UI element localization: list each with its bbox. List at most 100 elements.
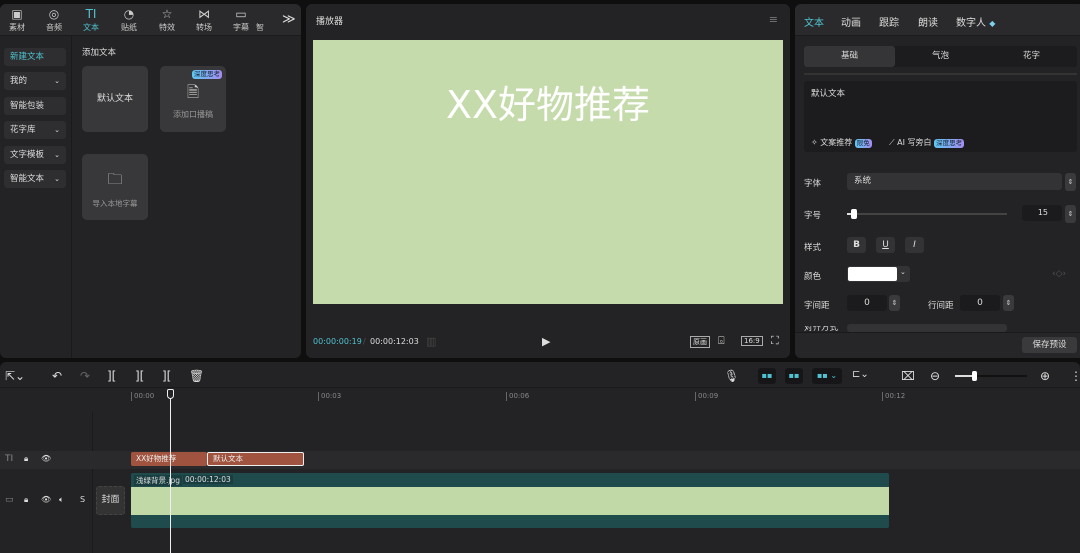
mute-icon[interactable]: 🔈︎ — [59, 495, 64, 505]
font-select[interactable]: 系统 — [847, 173, 1062, 190]
more-icon[interactable]: ⋮ — [1070, 369, 1080, 383]
playhead-handle[interactable] — [167, 389, 174, 399]
preview-axis-icon[interactable]: ⊏⌄ — [852, 369, 869, 380]
zoom-out-icon[interactable]: ⊖ — [930, 369, 940, 383]
tab-transition[interactable]: ⋈ 转场 — [187, 7, 221, 33]
scan-zoom-icon[interactable]: ⌻ — [718, 334, 725, 348]
bold-button[interactable]: B — [847, 237, 866, 253]
keyframe-icon[interactable]: ‹◇› — [1052, 269, 1066, 279]
tab-text[interactable]: 文本 — [804, 14, 824, 29]
line-spacing-input[interactable]: 0 — [960, 295, 1000, 311]
subtab-basic[interactable]: 基础 — [804, 46, 895, 67]
sidebar-item-text-template[interactable]: 文字模板 ⌄ — [4, 146, 66, 164]
timeline-zoom-fit-icon[interactable]: ⌧ — [901, 369, 915, 383]
timeline-zoom-slider[interactable] — [955, 371, 1027, 381]
tab-media[interactable]: ▣ 素材 — [0, 7, 34, 33]
default-text-card[interactable]: 默认文本 — [82, 66, 148, 132]
tab-tracking[interactable]: 跟踪 — [879, 14, 899, 29]
delete-icon[interactable]: 🗑 — [189, 369, 204, 383]
sidebar-item-fancy-text[interactable]: 花字库 ⌄ — [4, 121, 66, 139]
tab-sticker[interactable]: ◔ 贴纸 — [112, 7, 146, 33]
add-script-card[interactable]: 深度思考 🗎 添加口播稿 — [160, 66, 226, 132]
char-spacing-stepper[interactable]: ⇕ — [889, 295, 900, 311]
media-icon: ▣ — [11, 7, 23, 21]
italic-button[interactable]: I — [905, 237, 924, 253]
zoom-in-icon[interactable]: ⊕ — [1040, 369, 1050, 383]
size-input[interactable]: 15 — [1022, 205, 1062, 221]
text-sidebar: 新建文本 我的 ⌄ 智能包装 花字库 ⌄ 文字模板 ⌄ 智能文本 ⌄ — [0, 36, 72, 358]
deep-think-badge: 深度思考 — [192, 70, 222, 79]
document-audio-icon: 🗎 — [186, 83, 200, 101]
tab-digital-human[interactable]: 数字人 ◆ — [956, 14, 995, 29]
color-picker[interactable]: ⌄ — [847, 266, 910, 282]
sticker-icon: ◔ — [123, 7, 135, 21]
original-quality-button[interactable]: 原画 — [690, 336, 710, 348]
chevron-down-icon: ⌄ — [54, 175, 60, 183]
tab-effects[interactable]: ☆ 特效 — [150, 7, 184, 33]
redo-icon[interactable]: ↷ — [80, 369, 90, 383]
text-track-icon: TI — [5, 454, 14, 464]
auto-snap-icon[interactable]: ▪▪ — [785, 368, 803, 384]
solo-button[interactable]: S — [80, 495, 85, 504]
aspect-ratio-button[interactable]: 16:9 — [741, 336, 763, 346]
lock-icon[interactable]: 🔒︎ — [24, 495, 28, 505]
split-left-icon[interactable]: ][ — [135, 369, 144, 383]
tab-audio[interactable]: ◎ 音频 — [37, 7, 71, 33]
text-clip-selected[interactable]: 默认文本 — [207, 452, 304, 466]
preview-title-text[interactable]: XX好物推荐 — [313, 74, 783, 129]
subtab-fancy[interactable]: 花字 — [986, 46, 1077, 67]
tab-animation[interactable]: 动画 — [841, 14, 861, 29]
select-tool-icon[interactable]: ⇱⌄ — [5, 369, 25, 383]
playhead[interactable] — [170, 394, 171, 553]
size-stepper[interactable]: ⇕ — [1065, 205, 1076, 223]
tab-text[interactable]: TI 文本 — [74, 7, 108, 33]
text-input[interactable]: 默认文本 ✧ 文案推荐 限免 ⟋ AI 写旁白 深度思考 — [804, 81, 1077, 152]
sidebar-item-mine[interactable]: 我的 ⌄ — [4, 72, 66, 90]
fullscreen-icon[interactable]: ⛶ — [771, 334, 779, 348]
split-right-icon[interactable]: ][ — [162, 369, 171, 383]
size-slider[interactable] — [847, 209, 1007, 219]
eye-icon[interactable]: 👁︎ — [41, 454, 51, 463]
menu-icon[interactable]: ≡ — [769, 13, 778, 26]
align-buttons[interactable] — [847, 324, 1007, 332]
sidebar-item-new-text[interactable]: 新建文本 — [4, 48, 66, 66]
char-spacing-input[interactable]: 0 — [847, 295, 887, 311]
lock-icon[interactable]: 🔒︎ — [24, 454, 28, 464]
diamond-icon: ◆ — [989, 19, 996, 28]
main-track-magnet-icon[interactable]: ▪▪ — [758, 368, 776, 384]
player-title: 播放器 — [316, 17, 344, 27]
effects-icon: ☆ — [161, 7, 173, 21]
copy-suggest-button[interactable]: ✧ 文案推荐 限免 — [811, 137, 872, 148]
eye-icon[interactable]: 👁︎ — [41, 495, 51, 504]
play-icon[interactable]: ▶ — [542, 335, 550, 348]
size-slider-thumb[interactable] — [850, 209, 857, 219]
ruler-tick: 00:03 — [318, 392, 341, 401]
cover-button[interactable]: 封面 — [96, 486, 125, 515]
inspector-panel: 文本 动画 跟踪 朗读 数字人 ◆ 基础 气泡 花字 默认文本 ✧ 文案推荐 限… — [795, 4, 1080, 358]
undo-icon[interactable]: ↶ — [52, 369, 62, 383]
magic-wand-icon: ⟋ — [889, 138, 895, 147]
media-tabs: ▣ 素材 ◎ 音频 TI 文本 ◔ 贴纸 ☆ 特效 ⋈ 转场 ▭ 字幕 智 ≫ — [0, 4, 301, 36]
more-tabs-icon[interactable]: ≫ — [282, 12, 296, 27]
split-icon[interactable]: ][ — [107, 369, 116, 383]
video-preview[interactable]: XX好物推荐 — [313, 40, 783, 304]
line-spacing-stepper[interactable]: ⇕ — [1003, 295, 1014, 311]
ruler-tick: 00:09 — [695, 392, 718, 401]
video-clip[interactable]: 浅绿背景.jpg 00:00:12:03 — [131, 473, 889, 528]
linkage-icon[interactable]: ▪▪ ⌄ — [812, 368, 842, 384]
grid-icon[interactable]: ▥ — [426, 335, 436, 348]
underline-button[interactable]: U — [876, 237, 895, 253]
font-stepper[interactable]: ⇕ — [1065, 173, 1076, 191]
subtab-bubble[interactable]: 气泡 — [895, 46, 986, 67]
char-spacing-label: 字间距 — [804, 301, 830, 311]
zoom-slider-thumb[interactable] — [972, 371, 978, 381]
sidebar-item-smart-pack[interactable]: 智能包装 — [4, 97, 66, 115]
tab-smart[interactable]: 智 — [250, 22, 270, 33]
save-preset-button[interactable]: 保存预设 — [1022, 337, 1077, 353]
ai-narration-button[interactable]: ⟋ AI 写旁白 深度思考 — [889, 137, 965, 148]
microphone-icon[interactable]: 🎙 — [724, 369, 739, 383]
text-clip[interactable]: XX好物推荐 — [131, 452, 207, 466]
import-subtitle-card[interactable]: 🗀 导入本地字幕 — [82, 154, 148, 220]
sidebar-item-smart-text[interactable]: 智能文本 ⌄ — [4, 170, 66, 188]
tab-read-aloud[interactable]: 朗读 — [918, 14, 938, 29]
